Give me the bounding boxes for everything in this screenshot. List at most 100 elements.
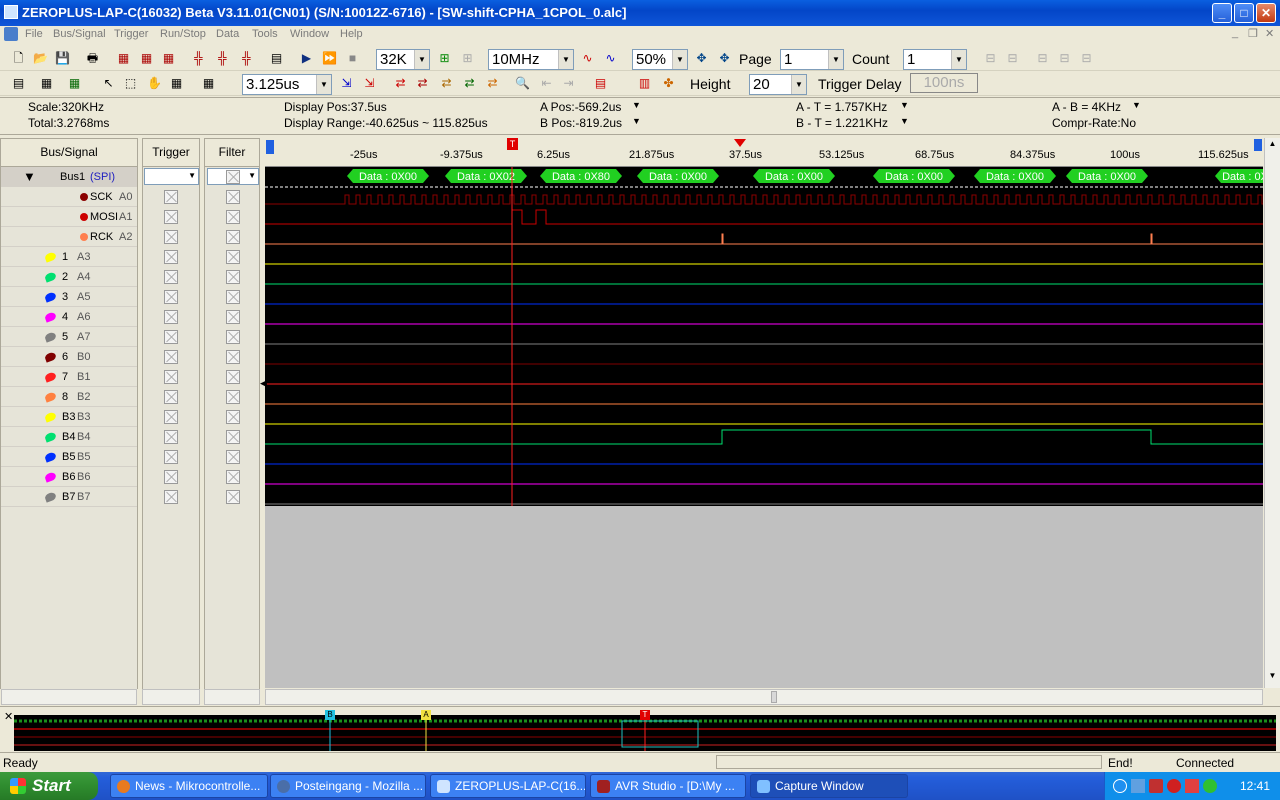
stop-icon[interactable]: ■	[344, 50, 361, 67]
chevron-down-icon[interactable]: ▼	[1132, 100, 1141, 110]
chevron-down-icon[interactable]: ▼	[900, 116, 909, 126]
bus-decode-icon[interactable]: ⇄	[484, 75, 501, 92]
color-icon[interactable]: ✤	[660, 75, 677, 92]
settings-icon[interactable]: ▤	[268, 50, 285, 67]
task-avr-studio[interactable]: AVR Studio - [D:\My ...	[590, 774, 746, 798]
vertical-scrollbar[interactable]: ▲ ▼	[1264, 138, 1280, 688]
signal-row[interactable]: B7 B7	[1, 487, 137, 507]
bus-icon[interactable]: ▥	[636, 75, 653, 92]
menu-run-stop[interactable]: Run/Stop	[160, 28, 206, 40]
time-div-select[interactable]: 3.125us ▼	[242, 74, 332, 95]
trigger-cell[interactable]	[164, 490, 178, 504]
select-icon[interactable]: ⬚	[122, 75, 139, 92]
menu-tools[interactable]: Tools	[252, 28, 278, 40]
filter-cell[interactable]	[226, 350, 240, 364]
filter-cell[interactable]	[226, 470, 240, 484]
save-icon[interactable]: 💾	[54, 50, 71, 67]
sample-rate-select[interactable]: 10MHz ▼	[488, 49, 574, 70]
cursor-b-flag-icon[interactable]	[266, 140, 274, 154]
task-firefox[interactable]: News - Mikrocontrolle...	[110, 774, 268, 798]
state-view-icon[interactable]: ▦	[66, 75, 83, 92]
close-button[interactable]: ✕	[1256, 3, 1276, 23]
filter-cell[interactable]	[226, 290, 240, 304]
overview-wave[interactable]	[14, 715, 1276, 751]
bus-decode-icon[interactable]: ⇄	[461, 75, 478, 92]
signal-row[interactable]: B4 B4	[1, 427, 137, 447]
chevron-down-icon[interactable]: ▼	[900, 100, 909, 110]
waveform-view-icon[interactable]: ▤	[10, 75, 27, 92]
trigger-cell[interactable]	[164, 450, 178, 464]
chevron-down-icon[interactable]: ▼	[632, 100, 641, 110]
filter-cell[interactable]	[226, 210, 240, 224]
filter-cell[interactable]	[226, 370, 240, 384]
filter-cell[interactable]	[226, 310, 240, 324]
trigger-set-icon[interactable]: ▦	[115, 50, 132, 67]
height-select[interactable]: 20 ▼	[749, 74, 807, 95]
memory-depth-select[interactable]: 32K ▼	[376, 49, 430, 70]
filter-cell[interactable]	[226, 190, 240, 204]
pointer-icon[interactable]: ↖	[100, 75, 117, 92]
scroll-up-icon[interactable]: ▲	[1266, 139, 1279, 154]
trigger-cell[interactable]	[164, 270, 178, 284]
trigger-cell[interactable]	[164, 210, 178, 224]
trigger-cell[interactable]	[164, 410, 178, 424]
task-zeroplus[interactable]: ZEROPLUS-LAP-C(16...	[430, 774, 586, 798]
run-icon[interactable]: ▶	[298, 50, 315, 67]
tray-wifi-icon[interactable]	[1203, 779, 1217, 793]
filter-scrollbar[interactable]	[204, 689, 260, 705]
trigger-edge-icon[interactable]: ▦	[138, 50, 155, 67]
filter-cell[interactable]	[226, 270, 240, 284]
signal-row[interactable]: B3 B3	[1, 407, 137, 427]
waveform-area[interactable]: Data : 0X00 Data : 0X02 Data : 0X80 Data : …	[265, 167, 1263, 506]
task-thunderbird[interactable]: Posteingang - Mozilla ...	[270, 774, 426, 798]
bus-decode-icon[interactable]: ⇄	[392, 75, 409, 92]
waveform-hscrollbar[interactable]	[265, 689, 1263, 705]
display-pos-marker-icon[interactable]	[734, 139, 746, 147]
hand-icon[interactable]: ✋	[146, 75, 163, 92]
bus-decode-icon[interactable]: ⇄	[414, 75, 431, 92]
zoom-out-icon[interactable]: ✥	[716, 50, 733, 67]
zoom-in-icon[interactable]: ✥	[693, 50, 710, 67]
filter-cell[interactable]	[226, 250, 240, 264]
mdi-minimize-icon[interactable]: _	[1232, 27, 1238, 39]
trigger-cell[interactable]	[164, 370, 178, 384]
signal-row[interactable]: 7 B1	[1, 367, 137, 387]
signal-row[interactable]: B6 B6	[1, 467, 137, 487]
overview-a-marker[interactable]: A	[421, 710, 431, 720]
list-view-icon[interactable]: ▦	[38, 75, 55, 92]
filter-cell[interactable]	[226, 490, 240, 504]
grid-icon[interactable]: ▦	[200, 75, 217, 92]
cursor-a-icon[interactable]: ⇲	[338, 75, 355, 92]
trigger-delay-button[interactable]: 100ns	[910, 73, 978, 93]
filter-cell[interactable]	[226, 330, 240, 344]
trigger-level-icon[interactable]: ▦	[160, 50, 177, 67]
bus-filter-select[interactable]: ▼	[207, 168, 259, 185]
start-button[interactable]: Start	[0, 772, 98, 800]
trigger-cell[interactable]	[164, 230, 178, 244]
filter-cell[interactable]	[226, 430, 240, 444]
signal-row[interactable]: 8 B2	[1, 387, 137, 407]
open-icon[interactable]: 📂	[32, 50, 49, 67]
trigger-scrollbar[interactable]	[142, 689, 200, 705]
filter-icon[interactable]: ╬	[190, 50, 207, 67]
menu-file[interactable]: File	[25, 28, 43, 40]
tray-network-icon[interactable]	[1131, 779, 1145, 793]
signal-row[interactable]: SCK A0	[1, 187, 137, 207]
minimize-button[interactable]: _	[1212, 3, 1232, 23]
zoom-select[interactable]: 50% ▼	[632, 49, 688, 70]
signal-row[interactable]: 2 A4	[1, 267, 137, 287]
trigger-cell[interactable]	[164, 330, 178, 344]
tray-pdf-icon[interactable]	[1185, 779, 1199, 793]
overview-b-marker[interactable]: B	[325, 710, 335, 720]
signal-row[interactable]: 6 B0	[1, 347, 137, 367]
clock-ext-icon[interactable]: ∿	[579, 50, 596, 67]
mdi-restore-icon[interactable]: ❐	[1248, 27, 1258, 40]
filter-cell[interactable]	[226, 230, 240, 244]
signal-list-scrollbar[interactable]	[1, 689, 137, 705]
bus-row[interactable]: ▼ Bus1 (SPI)	[1, 167, 137, 187]
trigger-cell[interactable]	[164, 310, 178, 324]
clock-int-icon[interactable]: ∿	[602, 50, 619, 67]
compress-icon[interactable]: ⊞	[436, 50, 453, 67]
search-icon[interactable]: 🔍	[514, 75, 531, 92]
run-repeat-icon[interactable]: ⏩	[321, 50, 338, 67]
